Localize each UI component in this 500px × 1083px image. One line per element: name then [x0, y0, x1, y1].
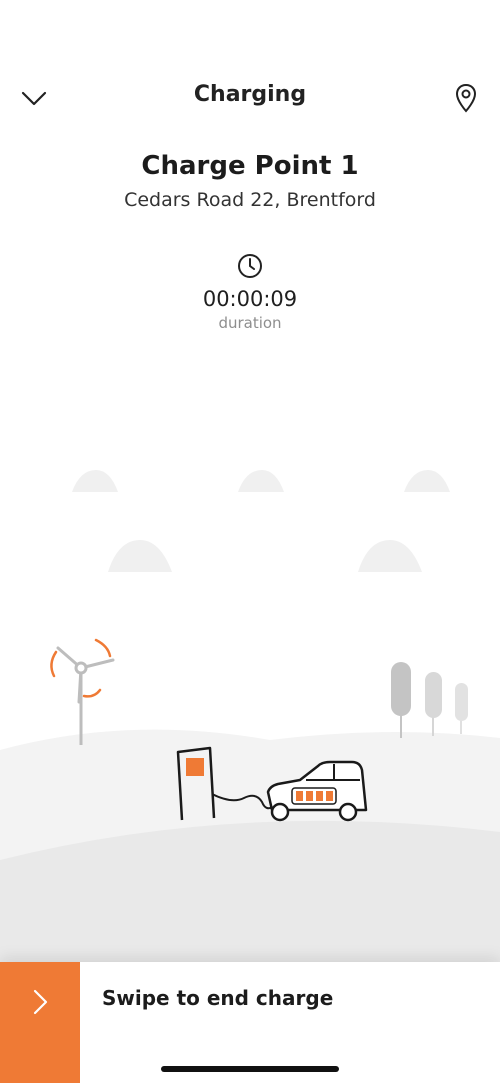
charging-illustration [0, 470, 500, 980]
map-pin-icon [455, 83, 477, 113]
trees [391, 662, 468, 738]
duration-value: 00:00:09 [202, 287, 298, 311]
charge-point-address: Cedars Road 22, Brentford [124, 189, 376, 211]
charge-point-name: Charge Point 1 [141, 151, 359, 181]
front-hill [0, 820, 500, 980]
swipe-to-end-bar[interactable]: Swipe to end charge [0, 962, 500, 1083]
charge-info: Charge Point 1 Cedars Road 22, Brentford… [0, 150, 500, 332]
clock-icon [238, 254, 262, 278]
swipe-handle[interactable] [0, 962, 80, 1083]
clouds [72, 470, 450, 572]
home-indicator[interactable] [161, 1066, 339, 1072]
chevron-right-icon [33, 989, 48, 1015]
location-button[interactable] [446, 78, 486, 118]
wind-turbine [50, 638, 115, 745]
swipe-label: Swipe to end charge [102, 986, 334, 1010]
top-bar: Charging [0, 60, 500, 132]
page-title: Charging [193, 82, 307, 107]
duration-label: duration [218, 314, 282, 332]
